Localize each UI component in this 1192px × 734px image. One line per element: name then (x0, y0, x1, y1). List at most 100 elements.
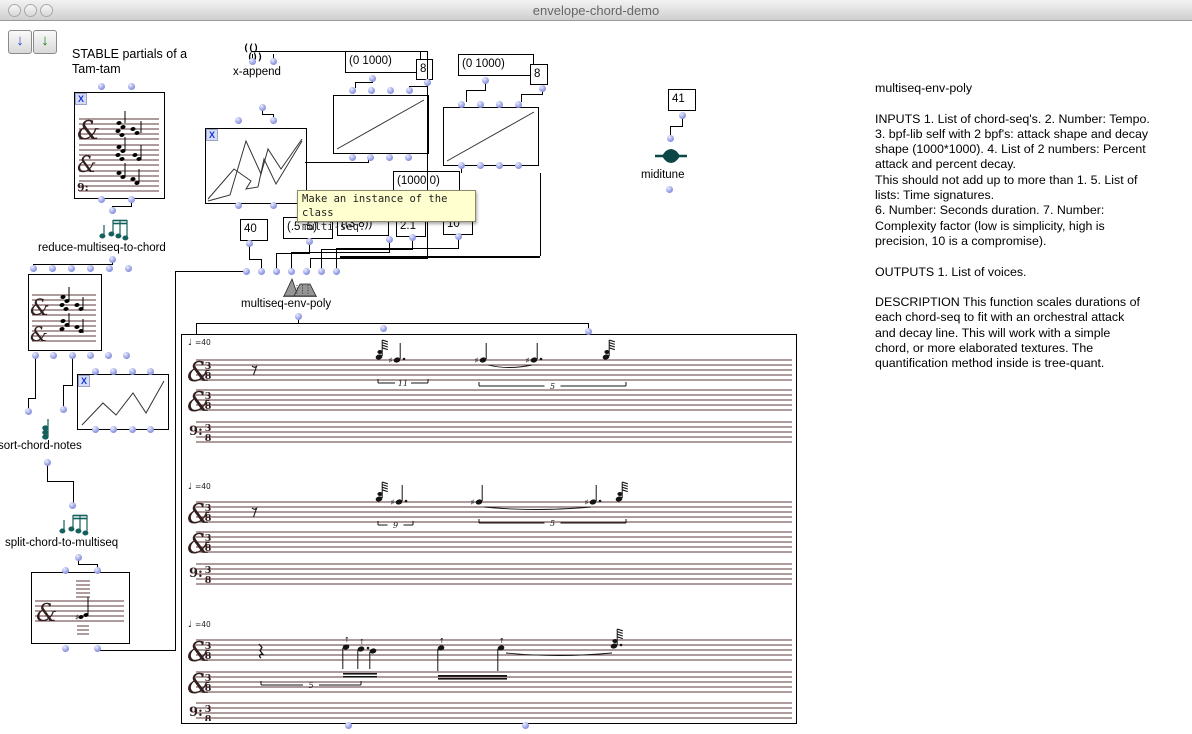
number-box-8a[interactable]: 8 (416, 59, 433, 80)
port[interactable] (49, 265, 56, 272)
port[interactable] (25, 408, 32, 415)
poly-score-view[interactable]: ♩=40&38&389:38115♯♯♯♩=40&38&389:3895♯♯♯♩… (181, 334, 797, 724)
port[interactable] (50, 352, 57, 359)
port[interactable] (380, 325, 387, 332)
multiseq-env-poly-icon[interactable] (281, 275, 321, 298)
port[interactable] (387, 87, 394, 94)
port[interactable] (109, 207, 116, 214)
port[interactable] (60, 406, 67, 413)
port[interactable] (345, 722, 352, 729)
port[interactable] (679, 112, 686, 119)
x-marker-icon[interactable]: X (75, 93, 87, 105)
port[interactable] (32, 352, 39, 359)
port[interactable] (92, 368, 99, 375)
port[interactable] (62, 645, 69, 652)
minimize-button[interactable] (24, 4, 37, 17)
port[interactable] (306, 238, 313, 245)
port[interactable] (87, 265, 94, 272)
port[interactable] (270, 58, 277, 65)
port[interactable] (147, 368, 154, 375)
port[interactable] (303, 268, 310, 275)
port[interactable] (477, 101, 484, 108)
close-button[interactable] (8, 4, 21, 17)
port[interactable] (87, 352, 94, 359)
port[interactable] (496, 101, 503, 108)
chord-thumbnail-3[interactable]: &♯ (31, 572, 130, 644)
x-marker-icon[interactable]: X (206, 129, 218, 141)
port[interactable] (243, 268, 250, 275)
port[interactable] (68, 265, 75, 272)
port[interactable] (515, 162, 522, 169)
notes-icon[interactable] (58, 510, 92, 536)
port[interactable] (75, 554, 82, 561)
x-marker-icon[interactable]: X (78, 375, 90, 387)
port[interactable] (62, 567, 69, 574)
port[interactable] (458, 162, 465, 169)
port[interactable] (515, 101, 522, 108)
port[interactable] (477, 162, 484, 169)
zoom-button[interactable] (40, 4, 53, 17)
port[interactable] (249, 58, 256, 65)
port[interactable] (129, 368, 136, 375)
green-down-arrow-button[interactable]: ↓ (33, 30, 57, 54)
bpf-box-attack[interactable] (333, 95, 429, 154)
port[interactable] (539, 85, 546, 92)
port[interactable] (92, 426, 99, 433)
port[interactable] (69, 352, 76, 359)
number-box-8b[interactable]: 8 (530, 64, 548, 85)
port[interactable] (522, 722, 529, 729)
port[interactable] (458, 101, 465, 108)
number-box-tempo[interactable]: 40 (240, 219, 268, 241)
port[interactable] (386, 236, 393, 243)
port[interactable] (128, 83, 135, 90)
list-box-range-b[interactable]: (0 1000) (458, 54, 534, 76)
bpf-box-decay[interactable] (443, 107, 539, 166)
port[interactable] (667, 135, 674, 142)
port[interactable] (349, 87, 356, 94)
port[interactable] (44, 459, 51, 466)
port[interactable] (125, 265, 132, 272)
port[interactable] (94, 645, 101, 652)
port[interactable] (409, 234, 416, 241)
port[interactable] (406, 87, 413, 94)
port[interactable] (424, 79, 431, 86)
port[interactable] (235, 117, 242, 124)
port[interactable] (128, 196, 135, 203)
port[interactable] (30, 265, 37, 272)
port[interactable] (94, 567, 101, 574)
port[interactable] (98, 83, 105, 90)
port[interactable] (129, 426, 136, 433)
port[interactable] (367, 154, 374, 161)
port[interactable] (258, 268, 265, 275)
number-box-approx[interactable]: 41 (668, 89, 696, 111)
port[interactable] (288, 268, 295, 275)
chord-icon[interactable] (39, 417, 52, 442)
port[interactable] (386, 154, 393, 161)
port[interactable] (273, 268, 280, 275)
notes-icon[interactable] (98, 215, 132, 241)
port[interactable] (496, 162, 503, 169)
chord-seq-thumbnail-2[interactable]: && (28, 274, 102, 351)
port[interactable] (105, 352, 112, 359)
port[interactable] (259, 104, 266, 111)
port[interactable] (98, 196, 105, 203)
port[interactable] (585, 328, 592, 335)
blue-down-arrow-button[interactable]: ↓ (8, 30, 32, 54)
port[interactable] (368, 87, 375, 94)
port[interactable] (349, 154, 356, 161)
miditune-icon[interactable] (654, 147, 688, 165)
chord-seq-thumbnail-1[interactable]: &&9: (74, 92, 165, 199)
port[interactable] (235, 202, 242, 209)
patch-canvas[interactable]: ↓ ↓ STABLE partials of a Tam-tam (() ())… (0, 21, 1192, 734)
port[interactable] (455, 233, 462, 240)
port[interactable] (147, 426, 154, 433)
port[interactable] (333, 268, 340, 275)
port[interactable] (369, 75, 376, 82)
port[interactable] (110, 368, 117, 375)
port[interactable] (482, 77, 489, 84)
port[interactable] (69, 502, 76, 509)
port[interactable] (270, 202, 277, 209)
port[interactable] (109, 256, 116, 263)
port[interactable] (123, 352, 130, 359)
list-box-range-a[interactable]: (0 1000) (345, 51, 421, 73)
